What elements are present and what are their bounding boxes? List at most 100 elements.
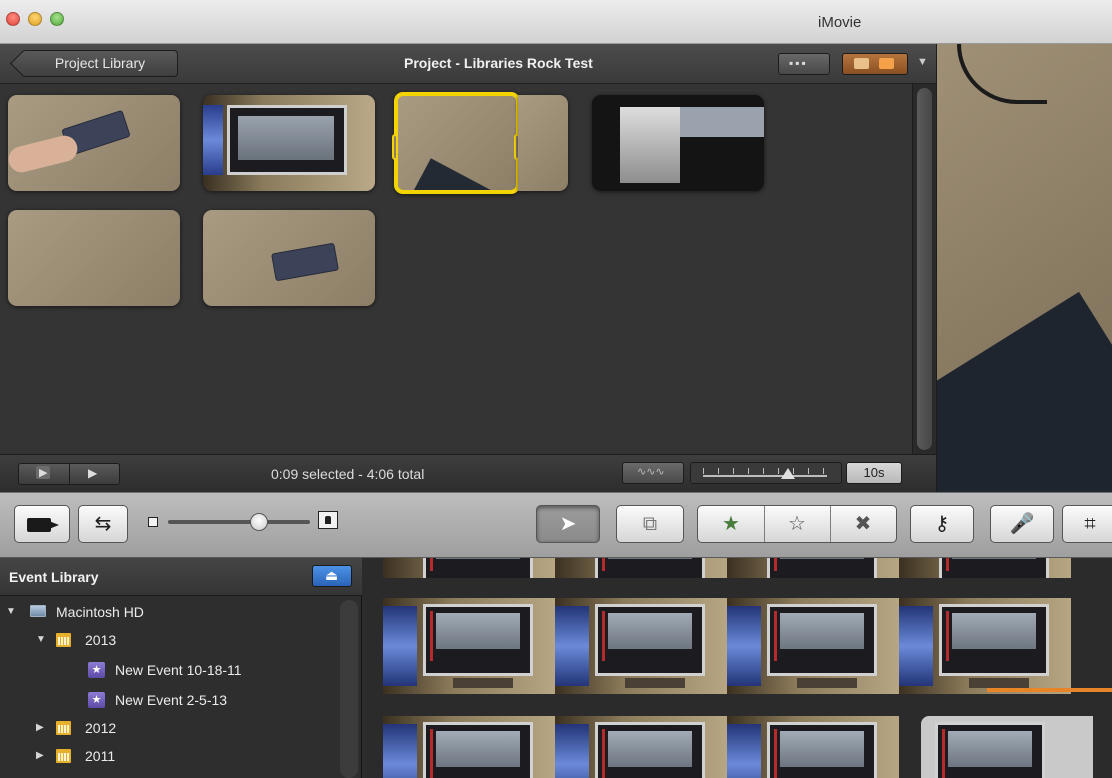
filmstrip-view-button[interactable] — [778, 53, 830, 75]
filmstrip-frame[interactable] — [727, 558, 899, 578]
trim-handle-left[interactable] — [392, 134, 398, 160]
star-outline-icon[interactable]: ☆ — [764, 506, 830, 542]
filmstrip-frame[interactable] — [555, 558, 727, 578]
filmstrip-frame[interactable] — [383, 558, 555, 578]
event-library-sidebar: Event Library ▼ Macintosh HD ▼ 2013 ★ Ne… — [0, 558, 362, 778]
reject-x-icon[interactable]: ✖ — [830, 506, 896, 542]
filmstrip-middle[interactable] — [383, 598, 1071, 694]
project-clip-3-selected[interactable] — [394, 92, 520, 194]
camera-import-button[interactable] — [14, 505, 70, 543]
project-clip-6[interactable] — [203, 210, 375, 306]
keyboard-image — [969, 678, 1029, 688]
thumbnail-size-slider[interactable] — [168, 520, 310, 524]
clip-zoom-slider[interactable] — [690, 462, 842, 484]
play-fullscreen-button[interactable] — [19, 464, 70, 484]
filmstrip-frame[interactable] — [555, 716, 727, 778]
eject-button[interactable] — [312, 565, 352, 587]
tree-item-2013[interactable]: ▼ 2013 — [0, 628, 330, 652]
close-window-button[interactable] — [6, 12, 20, 26]
tree-item-event-2-5-13[interactable]: ★ New Event 2-5-13 — [0, 688, 330, 712]
filmstrip-frame[interactable] — [899, 558, 1071, 578]
hard-drive-icon — [30, 605, 46, 617]
comments-markers-button[interactable] — [842, 53, 908, 75]
slider-track — [703, 475, 827, 477]
filmstrip-frame[interactable] — [727, 716, 899, 778]
project-scroll-thumb[interactable] — [917, 88, 932, 450]
filmstrip-frame[interactable] — [555, 598, 727, 694]
disclosure-open-icon[interactable]: ▼ — [6, 600, 16, 624]
tree-item-macintosh-hd[interactable]: ▼ Macintosh HD — [0, 600, 330, 624]
disclosure-open-icon[interactable]: ▼ — [36, 628, 46, 652]
project-clip-5[interactable] — [8, 210, 180, 306]
tree-item-label: 2012 — [85, 720, 117, 736]
keyword-button[interactable]: ⚷ — [910, 505, 974, 543]
keyboard-image — [625, 678, 685, 688]
swap-arrows-icon: ⇆ — [94, 513, 112, 535]
event-library-header: Event Library — [0, 558, 362, 596]
project-clip-1[interactable] — [8, 95, 180, 191]
slider-knob[interactable] — [781, 468, 795, 479]
wallpaper-image — [383, 724, 417, 778]
hand-image — [8, 132, 81, 176]
disclosure-closed-icon[interactable]: ▶ — [36, 716, 44, 740]
wallpaper-image — [555, 724, 589, 778]
thumbnail-small-icon — [148, 517, 158, 527]
monitor-image — [423, 604, 533, 676]
minimize-window-button[interactable] — [28, 12, 42, 26]
project-clip-4[interactable] — [592, 95, 764, 191]
window-screenshot-image — [680, 107, 764, 137]
filmstrip-frame[interactable] — [383, 716, 555, 778]
event-library-title: Event Library — [9, 569, 99, 585]
thumbnail-size-knob[interactable] — [250, 513, 268, 531]
wallpaper-image — [203, 105, 223, 175]
thumbnail-large-icon — [318, 511, 338, 529]
rating-button-group: ★ ☆ ✖ — [697, 505, 897, 543]
tree-item-label: Macintosh HD — [56, 604, 144, 620]
wallpaper-image — [555, 606, 589, 686]
tree-item-2011[interactable]: ▶ 2011 — [0, 744, 330, 768]
tree-item-label: New Event 10-18-11 — [115, 662, 242, 678]
tree-item-event-10-18-11[interactable]: ★ New Event 10-18-11 — [0, 658, 330, 682]
audio-waveform-button[interactable] — [622, 462, 684, 484]
chevron-down-icon[interactable]: ▼ — [917, 56, 928, 68]
chapter-marker-icon — [879, 58, 894, 69]
filmstrip-frame[interactable] — [899, 598, 1071, 694]
monitor-image — [767, 722, 877, 778]
project-clip-3-tail[interactable] — [518, 95, 568, 191]
playback-controls — [18, 463, 120, 485]
keyboard-image — [797, 678, 857, 688]
select-tool-button[interactable]: ➤ — [536, 505, 600, 543]
project-header: Project Library Project - Libraries Rock… — [0, 44, 936, 84]
wallpaper-image — [727, 606, 761, 686]
monitor-image — [227, 105, 347, 175]
app-title: iMovie — [818, 14, 862, 31]
project-library-button[interactable]: Project Library — [22, 50, 178, 77]
calendar-icon — [56, 633, 71, 647]
filmstrip-top[interactable] — [383, 558, 1071, 578]
sidebar-scrollbar[interactable] — [340, 600, 358, 778]
add-to-project-button[interactable]: ⧉ — [616, 505, 684, 543]
voiceover-button[interactable]: 🎤 — [990, 505, 1054, 543]
wallpaper-image — [727, 724, 761, 778]
wallpaper-image — [899, 606, 933, 686]
project-title: Project - Libraries Rock Test — [404, 55, 593, 71]
swap-libraries-button[interactable]: ⇆ — [78, 505, 128, 543]
event-star-icon: ★ — [88, 692, 105, 708]
filmstrip-frame[interactable] — [727, 598, 899, 694]
tree-item-2012[interactable]: ▶ 2012 — [0, 716, 330, 740]
disclosure-closed-icon[interactable]: ▶ — [36, 744, 44, 768]
filmstrip-bottom[interactable] — [383, 716, 1093, 778]
project-scrollbar[interactable] — [912, 84, 936, 454]
filmstrip-frame[interactable] — [921, 716, 1093, 778]
slider-ticks — [703, 468, 827, 474]
monitor-image — [939, 558, 1049, 578]
project-clip-2[interactable] — [203, 95, 375, 191]
monitor-image — [767, 558, 877, 578]
menu-screenshot-image — [620, 107, 680, 183]
star-filled-icon[interactable]: ★ — [698, 506, 764, 542]
zoom-window-button[interactable] — [50, 12, 64, 26]
project-clips-area — [0, 84, 912, 454]
filmstrip-frame[interactable] — [383, 598, 555, 694]
crop-button[interactable]: ⌗ — [1062, 505, 1112, 543]
play-button[interactable] — [70, 464, 120, 484]
